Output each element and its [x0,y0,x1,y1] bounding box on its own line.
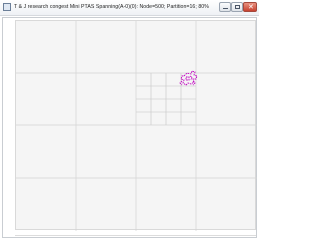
maximize-button[interactable] [231,2,243,12]
close-icon: ✕ [248,3,254,11]
app-icon[interactable] [3,3,11,11]
minor-grid [136,73,196,125]
app-window: T & J research congest Mini PTAS Spannin… [0,0,259,240]
maximize-icon [235,5,240,9]
partition-grid [16,21,257,231]
close-button[interactable]: ✕ [243,2,257,12]
window-title: T & J research congest Mini PTAS Spannin… [14,4,209,10]
title-bar[interactable]: T & J research congest Mini PTAS Spannin… [0,0,259,16]
minimize-icon [223,8,228,9]
major-grid [16,21,257,231]
minimize-button[interactable] [219,2,231,12]
partition-canvas[interactable] [15,20,257,231]
status-divider [15,235,256,236]
